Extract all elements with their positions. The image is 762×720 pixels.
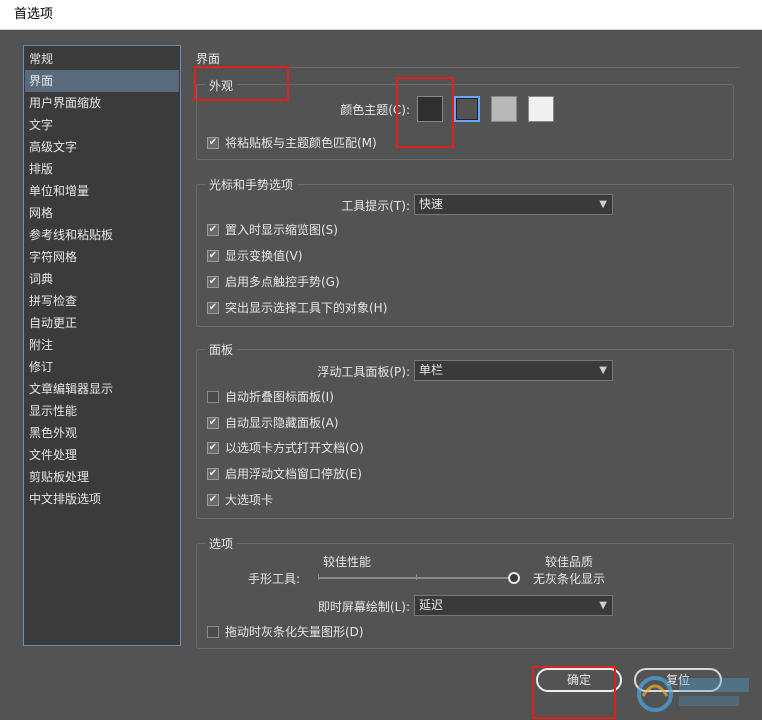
sidebar-item-story-editor[interactable]: 文章编辑器显示 bbox=[25, 378, 179, 400]
sidebar-item-autocorrect[interactable]: 自动更正 bbox=[25, 312, 179, 334]
option-label: 自动折叠图标面板(I) bbox=[225, 390, 334, 404]
greek-vector-label: 拖动时灰条化矢量图形(D) bbox=[225, 625, 364, 639]
sidebar-item-grids[interactable]: 网格 bbox=[25, 202, 179, 224]
floating-tools-select[interactable]: 单栏 ▼ bbox=[414, 360, 613, 381]
cursor-group-title: 光标和手势选项 bbox=[205, 176, 298, 193]
tooltips-select[interactable]: 快速 ▼ bbox=[414, 194, 613, 215]
sidebar-item-track-changes[interactable]: 修订 bbox=[25, 356, 179, 378]
highlight-object-option[interactable]: ✔ 突出显示选择工具下的对象(H) bbox=[207, 299, 387, 317]
match-pasteboard-option[interactable]: ✔ 将粘贴板与主题颜色匹配(M) bbox=[207, 134, 377, 152]
open-as-tabs-option[interactable]: ✔ 以选项卡方式打开文档(O) bbox=[207, 439, 364, 457]
option-label: 启用浮动文档窗口停放(E) bbox=[225, 467, 362, 481]
tooltips-label: 工具提示(T): bbox=[341, 199, 410, 213]
theme-swatch-light[interactable] bbox=[528, 96, 554, 122]
checkbox-empty-icon[interactable] bbox=[207, 391, 219, 403]
checkmark-icon[interactable]: ✔ bbox=[207, 468, 219, 480]
appearance-group-title: 外观 bbox=[205, 77, 238, 94]
option-label: 显示变换值(V) bbox=[225, 249, 303, 263]
floating-docking-option[interactable]: ✔ 启用浮动文档窗口停放(E) bbox=[207, 465, 362, 483]
large-tabs-option[interactable]: ✔ 大选项卡 bbox=[207, 491, 273, 509]
option-label: 置入时显示缩览图(S) bbox=[225, 223, 338, 237]
sidebar-item-display-performance[interactable]: 显示性能 bbox=[25, 400, 179, 422]
sidebar-item-frame-grid[interactable]: 字符网格 bbox=[25, 246, 179, 268]
option-label: 大选项卡 bbox=[225, 493, 274, 507]
sidebar-item-notes[interactable]: 附注 bbox=[25, 334, 179, 356]
page-title: 界面 bbox=[196, 52, 221, 66]
hand-tool-slider-knob[interactable] bbox=[508, 572, 520, 584]
chevron-down-icon: ▼ bbox=[599, 199, 607, 210]
slider-tick bbox=[416, 574, 417, 580]
floating-tools-value: 单栏 bbox=[419, 363, 444, 377]
theme-swatch-dark[interactable] bbox=[417, 96, 443, 122]
divider bbox=[196, 67, 740, 68]
sidebar-item-interface[interactable]: 界面 bbox=[25, 70, 179, 92]
checkmark-icon[interactable]: ✔ bbox=[207, 442, 219, 454]
sidebar-item-spelling[interactable]: 拼写检查 bbox=[25, 290, 179, 312]
better-performance-label: 较佳性能 bbox=[323, 555, 372, 569]
better-quality-label: 较佳品质 bbox=[545, 555, 594, 569]
sidebar-item-advanced-type[interactable]: 高级文字 bbox=[25, 136, 179, 158]
multitouch-option[interactable]: ✔ 启用多点触控手势(G) bbox=[207, 273, 340, 291]
options-group-title: 选项 bbox=[205, 535, 238, 552]
window-title: 首选项 bbox=[0, 0, 762, 30]
checkmark-icon[interactable]: ✔ bbox=[207, 302, 219, 314]
hand-tool-label: 手形工具: bbox=[247, 572, 300, 586]
panels-group-title: 面板 bbox=[205, 341, 238, 358]
color-theme-label: 颜色主题(C): bbox=[340, 103, 410, 117]
sidebar-item-black-appearance[interactable]: 黑色外观 bbox=[25, 422, 179, 444]
checkmark-icon[interactable]: ✔ bbox=[207, 494, 219, 506]
checkmark-icon[interactable]: ✔ bbox=[207, 250, 219, 262]
option-label: 启用多点触控手势(G) bbox=[225, 275, 340, 289]
live-draw-select[interactable]: 延迟 ▼ bbox=[414, 595, 613, 616]
transform-values-option[interactable]: ✔ 显示变换值(V) bbox=[207, 247, 303, 265]
sidebar-item-general[interactable]: 常规 bbox=[25, 48, 179, 70]
sidebar-item-units[interactable]: 单位和增量 bbox=[25, 180, 179, 202]
sidebar-item-composition[interactable]: 排版 bbox=[25, 158, 179, 180]
auto-show-hidden-option[interactable]: ✔ 自动显示隐藏面板(A) bbox=[207, 414, 339, 432]
theme-swatch-medium-dark[interactable] bbox=[454, 96, 480, 122]
no-greeking-label: 无灰条化显示 bbox=[533, 572, 606, 586]
checkmark-icon[interactable]: ✔ bbox=[207, 224, 219, 236]
theme-swatch-medium-light[interactable] bbox=[491, 96, 517, 122]
option-label: 以选项卡方式打开文档(O) bbox=[225, 441, 364, 455]
sidebar-item-file-handling[interactable]: 文件处理 bbox=[25, 444, 179, 466]
sidebar-item-dictionary[interactable]: 词典 bbox=[25, 268, 179, 290]
greek-vector-option[interactable]: 拖动时灰条化矢量图形(D) bbox=[207, 623, 364, 641]
live-draw-value: 延迟 bbox=[419, 598, 444, 612]
ok-button[interactable]: 确定 bbox=[536, 668, 622, 692]
sidebar-item-ui-scaling[interactable]: 用户界面缩放 bbox=[25, 92, 179, 114]
sidebar-item-guides[interactable]: 参考线和粘贴板 bbox=[25, 224, 179, 246]
slider-tick bbox=[318, 574, 319, 580]
auto-collapse-option[interactable]: 自动折叠图标面板(I) bbox=[207, 388, 334, 406]
option-label: 突出显示选择工具下的对象(H) bbox=[225, 301, 388, 315]
sidebar-item-cjk-composition[interactable]: 中文排版选项 bbox=[25, 488, 179, 510]
tooltips-value: 快速 bbox=[419, 197, 444, 211]
sidebar-item-clipboard[interactable]: 剪贴板处理 bbox=[25, 466, 179, 488]
chevron-down-icon: ▼ bbox=[599, 600, 607, 611]
place-thumbnail-option[interactable]: ✔ 置入时显示缩览图(S) bbox=[207, 221, 338, 239]
match-pasteboard-label: 将粘贴板与主题颜色匹配(M) bbox=[225, 136, 377, 150]
option-label: 自动显示隐藏面板(A) bbox=[225, 416, 339, 430]
live-draw-label: 即时屏幕绘制(L): bbox=[317, 600, 410, 614]
checkbox-empty-icon[interactable] bbox=[207, 626, 219, 638]
chevron-down-icon: ▼ bbox=[599, 365, 607, 376]
floating-tools-label: 浮动工具面板(P): bbox=[317, 365, 410, 379]
sidebar: 常规 界面 用户界面缩放 文字 高级文字 排版 单位和增量 网格 参考线和粘贴板… bbox=[23, 45, 181, 646]
sidebar-item-type[interactable]: 文字 bbox=[25, 114, 179, 136]
cancel-button[interactable]: 复位 bbox=[634, 668, 722, 692]
checkmark-icon[interactable]: ✔ bbox=[207, 276, 219, 288]
checkmark-icon[interactable]: ✔ bbox=[207, 137, 219, 149]
checkmark-icon[interactable]: ✔ bbox=[207, 417, 219, 429]
